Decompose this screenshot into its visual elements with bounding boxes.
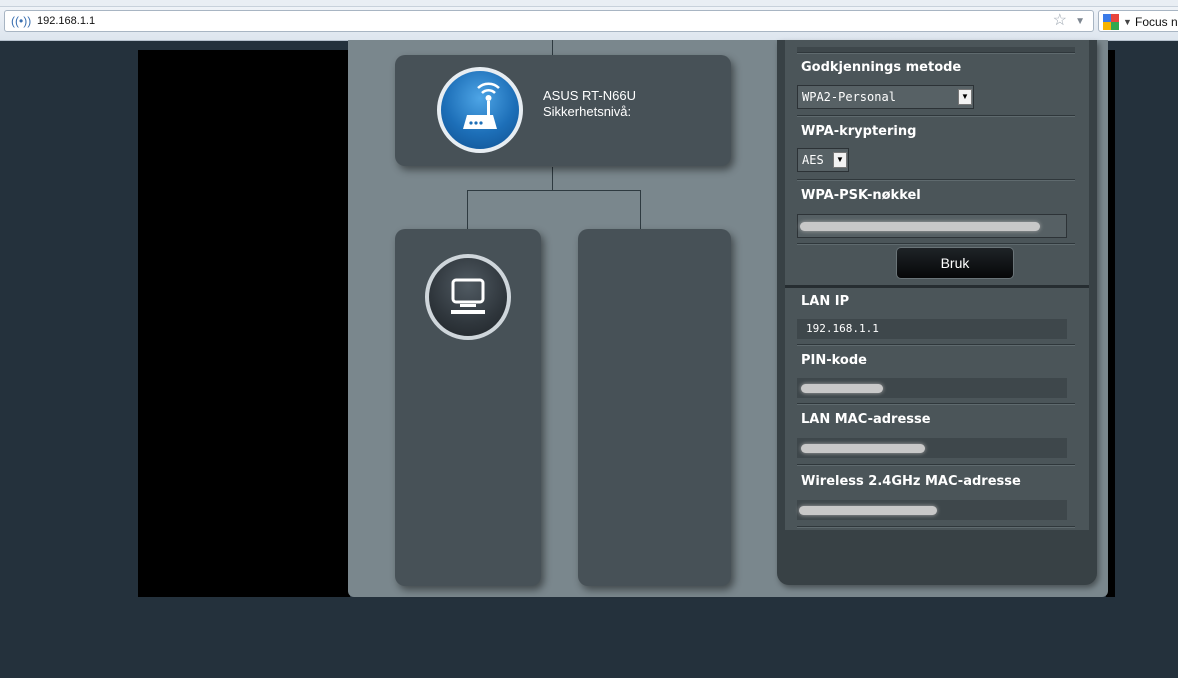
lan-mac-label: LAN MAC-adresse	[801, 412, 931, 427]
wpa-psk-key-input[interactable]	[797, 214, 1067, 238]
wpa-encryption-value: AES	[802, 153, 824, 167]
lan-ip-label: LAN IP	[801, 294, 850, 309]
auth-method-label: Godkjennings metode	[801, 60, 962, 75]
wpa-encryption-label: WPA-kryptering	[801, 124, 917, 139]
search-engine-dropdown-icon[interactable]: ▼	[1123, 13, 1132, 31]
pin-code-label: PIN-kode	[801, 353, 867, 368]
wireless-mac-field	[797, 500, 1067, 520]
lan-mac-field	[797, 438, 1067, 458]
address-bar[interactable]: ((•)) 192.168.1.1 ☆ ▼	[4, 10, 1094, 32]
connector-top	[552, 40, 553, 55]
chevron-down-icon[interactable]: ▼	[958, 89, 972, 105]
lan-ip-field: 192.168.1.1	[797, 319, 1067, 339]
auth-method-select[interactable]: WPA2-Personal ▼	[797, 85, 974, 109]
connector-left	[467, 190, 468, 229]
connector-right	[640, 190, 641, 229]
divider	[797, 115, 1075, 117]
divider	[797, 464, 1075, 466]
wpa-encryption-select[interactable]: AES ▼	[797, 148, 849, 172]
address-dropdown-icon[interactable]: ▼	[1075, 13, 1085, 31]
address-url[interactable]: 192.168.1.1	[37, 14, 95, 28]
usb-panel[interactable]	[578, 229, 731, 586]
clients-panel[interactable]	[395, 229, 541, 586]
divider	[797, 52, 1075, 54]
divider	[797, 344, 1075, 346]
router-panel[interactable]: ASUS RT-N66U Sikkerhetsnivå:	[395, 55, 731, 166]
connector-down	[552, 167, 553, 190]
auth-method-value: WPA2-Personal	[802, 90, 896, 104]
divider	[797, 526, 1075, 528]
title-strip	[0, 0, 1178, 7]
browser-toolbar: ((•)) 192.168.1.1 ☆ ▼ ▼ Focus na	[0, 0, 1178, 41]
security-level-label: Sikkerhetsnivå:	[543, 104, 632, 119]
left-black-area	[138, 50, 350, 597]
wireless-mac-label: Wireless 2.4GHz MAC-adresse	[801, 474, 1021, 489]
section-divider	[785, 285, 1089, 288]
search-input[interactable]: Focus na	[1135, 14, 1178, 30]
divider	[797, 403, 1075, 405]
redacted-value	[801, 384, 883, 393]
lan-ip-value: 192.168.1.1	[806, 322, 879, 335]
computer-icon[interactable]	[425, 254, 511, 340]
divider	[797, 243, 1075, 245]
redacted-value	[799, 506, 937, 515]
pin-code-field	[797, 378, 1067, 398]
router-icon[interactable]	[437, 67, 523, 153]
settings-side-panel: Godkjennings metode WPA2-Personal ▼ WPA-…	[777, 40, 1097, 585]
redacted-value	[800, 222, 1040, 231]
router-name: ASUS RT-N66U	[543, 88, 636, 103]
chevron-down-icon[interactable]: ▼	[833, 152, 847, 168]
divider	[797, 179, 1075, 181]
google-search-icon[interactable]	[1103, 14, 1119, 30]
apply-button[interactable]: Bruk	[897, 248, 1013, 278]
redacted-value	[801, 444, 925, 453]
wpa-psk-key-label: WPA-PSK-nøkkel	[801, 188, 921, 203]
search-box[interactable]: ▼ Focus na	[1098, 10, 1178, 32]
bookmark-star-icon[interactable]: ☆	[1053, 12, 1067, 30]
wireless-site-icon: ((•))	[11, 14, 32, 28]
connector-horizontal	[467, 190, 641, 191]
